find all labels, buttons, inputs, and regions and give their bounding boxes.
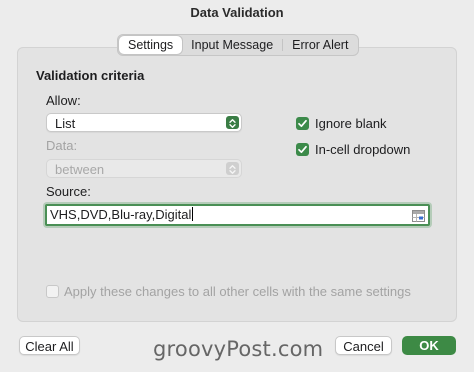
dialog-title: Data Validation: [190, 5, 284, 20]
checkmark-icon: [298, 145, 307, 154]
allow-value: List: [55, 116, 76, 131]
source-label: Source:: [46, 184, 91, 199]
tab-input-message[interactable]: Input Message: [182, 36, 282, 54]
watermark: groovyPost.com: [153, 337, 324, 361]
allow-label: Allow:: [46, 93, 81, 108]
clear-all-button[interactable]: Clear All: [19, 336, 80, 355]
data-value: between: [55, 162, 105, 177]
text-caret: [192, 207, 194, 221]
ok-button[interactable]: OK: [402, 336, 456, 355]
in-cell-dropdown-label[interactable]: In-cell dropdown: [315, 142, 410, 157]
data-label: Data:: [46, 138, 78, 153]
apply-all-label: Apply these changes to all other cells w…: [64, 284, 411, 299]
section-title: Validation criteria: [36, 68, 145, 83]
source-input[interactable]: VHS,DVD,Blu-ray,Digital: [45, 204, 430, 226]
checkmark-icon: [298, 119, 307, 128]
range-selector-icon[interactable]: [412, 209, 425, 227]
allow-select[interactable]: List: [46, 113, 242, 132]
apply-all-checkbox: [46, 285, 59, 298]
ignore-blank-checkbox[interactable]: [296, 117, 309, 130]
chevron-updown-icon: [226, 162, 239, 175]
tab-settings[interactable]: Settings: [119, 36, 183, 54]
tab-bar: Settings Input Message Error Alert: [117, 34, 360, 56]
source-value: VHS,DVD,Blu-ray,Digital: [50, 207, 192, 222]
chevron-updown-icon: [226, 116, 239, 129]
data-select: between: [46, 159, 242, 178]
tab-error-alert[interactable]: Error Alert: [283, 36, 357, 54]
ignore-blank-label[interactable]: Ignore blank: [315, 116, 387, 131]
in-cell-dropdown-checkbox[interactable]: [296, 143, 309, 156]
cancel-button[interactable]: Cancel: [335, 336, 392, 355]
